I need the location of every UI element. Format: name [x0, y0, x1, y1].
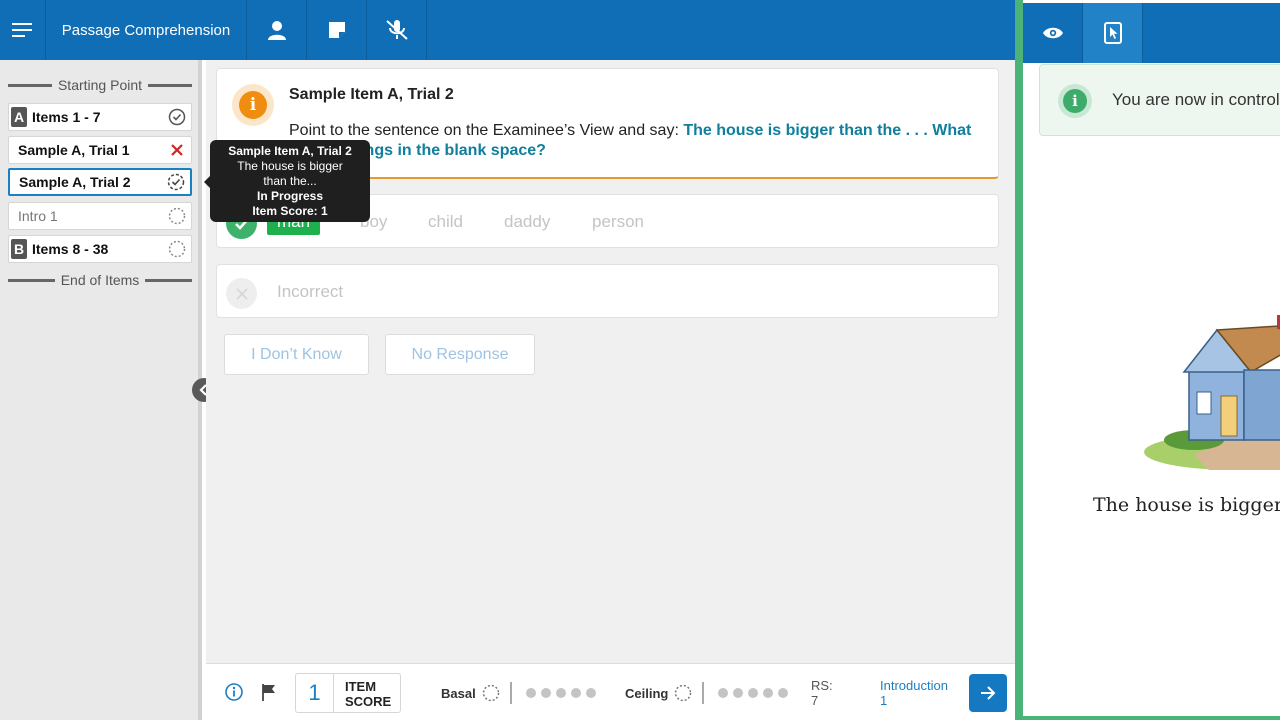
- starting-point-divider: Starting Point: [8, 77, 192, 93]
- starting-point-label: Starting Point: [57, 77, 143, 93]
- scoring-footer: 1 ITEM SCORE Basal Ceiling RS: 7 Introduct…: [206, 663, 1015, 720]
- sidebar-item-label: Sample A, Trial 2: [19, 174, 131, 190]
- test-title: Passage Comprehension: [46, 0, 247, 60]
- tooltip-line-2: than the...: [263, 174, 317, 188]
- raw-score-label: RS:: [811, 678, 833, 693]
- flag-button[interactable]: [260, 682, 278, 702]
- item-score-label: ITEM SCORE: [334, 674, 400, 712]
- end-of-items-label: End of Items: [60, 272, 140, 288]
- raw-score-value: 7: [811, 693, 819, 708]
- set-letter-badge: A: [11, 107, 27, 127]
- tooltip-status: In Progress: [256, 189, 324, 203]
- menu-button[interactable]: [0, 0, 46, 60]
- not-started-icon: [163, 240, 191, 258]
- next-item-button[interactable]: [969, 674, 1007, 712]
- sidebar-item-items-1-7[interactable]: A Items 1 - 7: [8, 103, 192, 131]
- sidebar-item-label: Items 8 - 38: [32, 241, 109, 257]
- house-illustration: [1144, 315, 1280, 470]
- item-score-box: 1 ITEM SCORE: [295, 673, 401, 713]
- item-status-tooltip: Sample Item A, Trial 2 The house is bigg…: [204, 140, 370, 222]
- app-window: Passage Comprehension Starting Point A I…: [0, 0, 1280, 720]
- response-option-daddy[interactable]: daddy: [498, 209, 556, 235]
- info-icon: i: [1058, 84, 1092, 118]
- in-progress-icon: [162, 173, 190, 191]
- instruction-text: Point to the sentence on the Examinee’s …: [289, 122, 684, 139]
- end-of-items-divider: End of Items: [8, 272, 192, 288]
- examinee-view-tab[interactable]: [1023, 3, 1083, 63]
- audio-button[interactable]: [367, 0, 427, 60]
- mic-off-icon: [385, 20, 408, 40]
- incorrect-label: Incorrect: [277, 282, 344, 301]
- tooltip-score: Item Score: 1: [252, 204, 328, 218]
- basal-dots: [525, 688, 596, 698]
- item-score-value: 1: [296, 674, 334, 712]
- examinee-control-tab[interactable]: [1083, 3, 1143, 63]
- person-icon: [267, 21, 286, 40]
- control-notice: i You are now in control: [1039, 64, 1280, 136]
- section-link-label: Introduction: [880, 678, 948, 693]
- ceiling-status-icon: [675, 684, 692, 702]
- info-button[interactable]: [224, 682, 244, 702]
- top-toolbar: Passage Comprehension: [0, 0, 1015, 60]
- ceiling-dots: [718, 688, 789, 698]
- dont-know-button[interactable]: I Don’t Know: [224, 334, 369, 375]
- set-letter-badge: B: [11, 239, 27, 259]
- sidebar-item-sample-a-trial-1[interactable]: Sample A, Trial 1: [8, 136, 192, 164]
- examinee-toolbar: [1023, 3, 1280, 63]
- response-option-child[interactable]: child: [422, 209, 469, 235]
- ceiling-label: Ceiling: [625, 685, 669, 701]
- incorrect-response-row[interactable]: Incorrect: [216, 264, 999, 318]
- flag-icon: [262, 684, 275, 701]
- sidebar-item-sample-a-trial-2[interactable]: Sample A, Trial 2: [8, 168, 192, 196]
- ceiling-indicator: Ceiling: [625, 682, 789, 704]
- basal-indicator: Basal: [441, 682, 596, 704]
- basal-label: Basal: [441, 685, 476, 701]
- examinee-view-panel: i You are now in control The house is bi…: [1023, 0, 1280, 720]
- section-link[interactable]: Introduction 1: [880, 678, 948, 708]
- control-notice-text: You are now in control: [1112, 90, 1280, 109]
- sidebar-item-label: Items 1 - 7: [32, 109, 101, 125]
- item-title: Sample Item A, Trial 2: [289, 86, 454, 103]
- menu-icon: [11, 23, 32, 37]
- info-icon: i: [232, 84, 274, 126]
- eye-icon: [1042, 27, 1063, 39]
- tablet-pointer-icon: [1103, 22, 1122, 44]
- item-score-label-line-1: ITEM: [345, 679, 377, 694]
- tooltip-line-1: The house is bigger: [237, 159, 343, 173]
- sidebar-item-items-8-38[interactable]: B Items 8 - 38: [8, 235, 192, 263]
- section-link-value: 1: [880, 693, 888, 708]
- tooltip-title: Sample Item A, Trial 2: [228, 144, 352, 158]
- incorrect-x-icon: [163, 144, 191, 156]
- notes-button[interactable]: [307, 0, 367, 60]
- item-navigation-sidebar: Starting Point A Items 1 - 7 Sample A, T…: [0, 60, 202, 720]
- item-score-label-line-2: SCORE: [345, 694, 392, 709]
- examinee-info-button[interactable]: [247, 0, 307, 60]
- basal-status-icon: [482, 684, 499, 702]
- complete-check-icon: [163, 108, 191, 126]
- response-option-person[interactable]: person: [586, 209, 650, 235]
- arrow-right-icon: [981, 686, 996, 700]
- sidebar-item-intro-1[interactable]: Intro 1: [8, 202, 192, 230]
- stimulus-sentence: The house is bigger than the: [1093, 494, 1280, 516]
- sidebar-item-label: Sample A, Trial 1: [18, 142, 130, 158]
- no-response-button[interactable]: No Response: [385, 334, 535, 375]
- raw-score: RS: 7: [811, 678, 833, 708]
- panel-divider: [1015, 0, 1023, 720]
- sidebar-item-label: Intro 1: [18, 208, 58, 224]
- item-instruction: Point to the sentence on the Examinee’s …: [289, 121, 979, 161]
- note-icon: [328, 22, 345, 38]
- not-started-icon: [163, 207, 191, 225]
- incorrect-x-icon: [226, 278, 257, 309]
- info-circle-icon: [225, 683, 243, 701]
